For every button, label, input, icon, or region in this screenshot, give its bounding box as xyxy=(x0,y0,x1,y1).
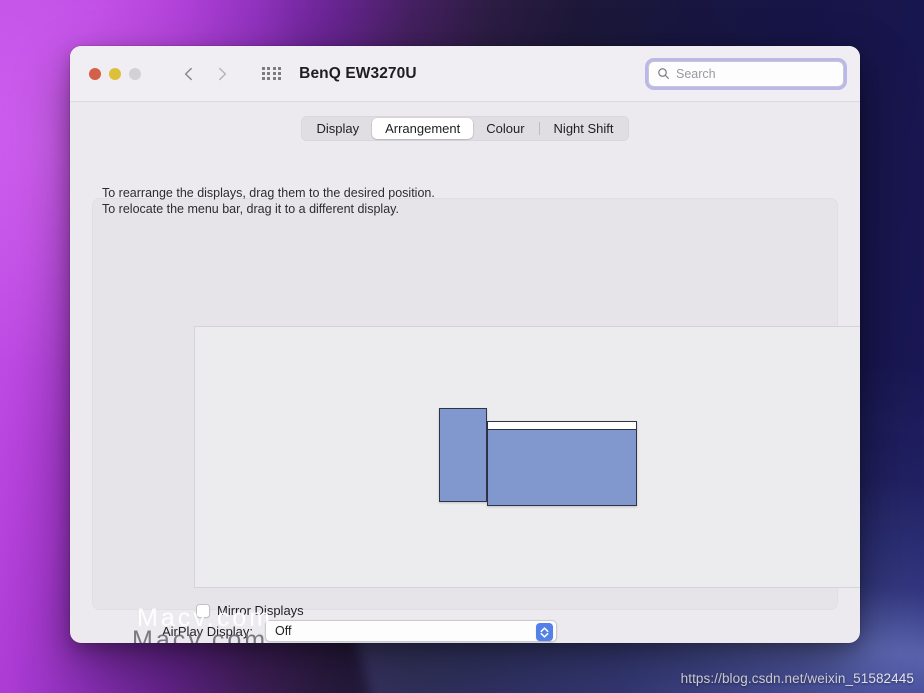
display-thumbnail-primary[interactable] xyxy=(487,421,637,506)
chevron-up-down-icon[interactable] xyxy=(536,623,554,641)
tab-night-shift[interactable]: Night Shift xyxy=(541,118,627,139)
traffic-lights xyxy=(89,67,141,80)
url-watermark: https://blog.csdn.net/weixin_51582445 xyxy=(680,671,914,686)
airplay-display-label: AirPlay Display: xyxy=(162,623,254,639)
display-arrangement-canvas[interactable] xyxy=(194,326,860,588)
displays-preferences-window: BenQ EW3270U Display Arrangement Colour … xyxy=(70,46,860,643)
tab-bar: Display Arrangement Colour Night Shift xyxy=(301,116,629,141)
display-thumbnail-secondary[interactable] xyxy=(439,408,487,502)
mirror-displays-label: Mirror Displays xyxy=(217,603,304,618)
tab-arrangement[interactable]: Arrangement xyxy=(372,118,474,139)
window-titlebar: BenQ EW3270U xyxy=(70,46,860,102)
search-icon xyxy=(658,68,669,79)
navigation-buttons xyxy=(181,66,230,82)
minimize-window-button[interactable] xyxy=(109,67,121,80)
mirror-displays-row[interactable]: Mirror Displays xyxy=(196,603,304,618)
maximize-window-button[interactable] xyxy=(129,67,141,80)
instruction-line-1: To rearrange the displays, drag them to … xyxy=(102,186,435,200)
page-title: BenQ EW3270U xyxy=(299,64,417,82)
close-window-button[interactable] xyxy=(89,67,101,80)
tab-separator xyxy=(538,122,540,135)
search-field[interactable] xyxy=(648,60,844,87)
tab-bar-row: Display Arrangement Colour Night Shift xyxy=(70,102,860,141)
window-content: Display Arrangement Colour Night Shift T… xyxy=(70,102,860,643)
tab-display[interactable]: Display xyxy=(303,118,372,139)
forward-button[interactable] xyxy=(214,66,230,82)
menu-bar-strip[interactable] xyxy=(488,422,636,430)
airplay-display-row: AirPlay Display: Off xyxy=(70,620,860,642)
desktop-background: https://blog.csdn.net/weixin_51582445 Be… xyxy=(0,0,924,693)
mirror-displays-checkbox[interactable] xyxy=(196,603,210,618)
search-input[interactable] xyxy=(676,66,835,81)
instructions-text: To rearrange the displays, drag them to … xyxy=(102,186,435,217)
instruction-line-2: To relocate the menu bar, drag it to a d… xyxy=(102,201,399,216)
airplay-display-select[interactable]: Off xyxy=(265,620,558,642)
tab-colour[interactable]: Colour xyxy=(473,118,537,139)
back-button[interactable] xyxy=(181,66,197,82)
airplay-display-value: Off xyxy=(275,624,292,638)
grid-view-icon[interactable] xyxy=(262,66,282,81)
